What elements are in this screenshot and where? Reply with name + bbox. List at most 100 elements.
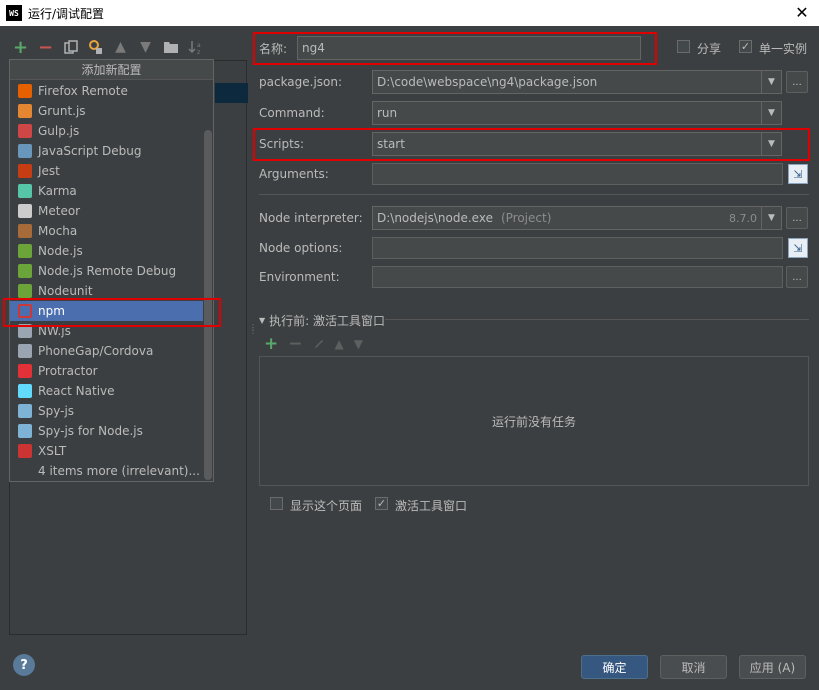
node-interpreter-label: Node interpreter:: [259, 211, 363, 225]
chevron-down-icon[interactable]: ▼: [761, 133, 781, 155]
popup-item-spy-js-node[interactable]: Spy-js for Node.js: [10, 421, 203, 441]
show-page-label: 显示这个页面: [290, 499, 363, 513]
command-value: run: [377, 106, 398, 120]
add-icon[interactable]: +: [12, 37, 29, 58]
collapse-triangle-icon: ▼: [259, 316, 266, 325]
popup-item-javascript-debug[interactable]: JavaScript Debug: [10, 141, 203, 161]
splitter-handle[interactable]: ⋮ ⋮: [249, 324, 257, 335]
add-new-config-popup: 添加新配置 Firefox Remote Grunt.js Gulp.js JavaS…: [9, 59, 214, 482]
close-icon[interactable]: ✕: [793, 3, 811, 22]
popup-item-nodejs-remote-debug[interactable]: Node.js Remote Debug: [10, 261, 203, 281]
mocha-icon: [18, 224, 32, 238]
popup-item-label: Mocha: [38, 224, 78, 238]
spy-js-icon: [18, 404, 32, 418]
before-launch-title: 执行前: 激活工具窗口: [269, 314, 386, 328]
nodejs-remote-debug-icon: [18, 264, 32, 278]
popup-item-firefox[interactable]: Firefox Remote: [10, 81, 203, 101]
chevron-down-icon[interactable]: ▼: [761, 102, 781, 124]
popup-item-label: Firefox Remote: [38, 84, 128, 98]
edit-environment-button[interactable]: ...: [786, 266, 808, 288]
folder-icon[interactable]: [162, 39, 179, 56]
gulp-icon: [18, 124, 32, 138]
before-launch-tasks-list[interactable]: 运行前没有任务: [259, 356, 809, 486]
move-up-icon[interactable]: ▲: [112, 39, 129, 56]
javascript-debug-icon: [18, 144, 32, 158]
remove-icon[interactable]: −: [288, 334, 302, 354]
scripts-combo[interactable]: start ▼: [372, 132, 782, 156]
edit-defaults-icon[interactable]: [87, 39, 104, 56]
popup-item-karma[interactable]: Karma: [10, 181, 203, 201]
edit-icon[interactable]: [313, 337, 325, 352]
move-down-icon[interactable]: ▼: [137, 39, 154, 56]
scripts-value: start: [377, 137, 405, 151]
popup-item-react-native[interactable]: React Native: [10, 381, 203, 401]
nodeunit-icon: [18, 284, 32, 298]
popup-item-label: Meteor: [38, 204, 81, 218]
tree-selected-row[interactable]: [215, 83, 248, 103]
command-combo[interactable]: run ▼: [372, 101, 782, 125]
single-instance-checkbox[interactable]: ✓: [739, 40, 752, 53]
sort-icon[interactable]: az: [187, 39, 204, 56]
node-options-field[interactable]: [372, 237, 783, 259]
expand-node-options-icon[interactable]: ⇲: [788, 238, 808, 258]
cancel-button[interactable]: 取消: [660, 655, 727, 679]
activate-window-checkbox[interactable]: ✓: [375, 497, 388, 510]
browse-package-json-button[interactable]: ...: [786, 71, 808, 93]
browse-interpreter-button[interactable]: ...: [786, 207, 808, 229]
arguments-field[interactable]: [372, 163, 783, 185]
popup-item-xslt[interactable]: XSLT: [10, 441, 203, 461]
before-launch-header[interactable]: ▼ 执行前: 激活工具窗口: [259, 312, 385, 329]
add-icon[interactable]: +: [264, 334, 278, 354]
popup-item-spy-js[interactable]: Spy-js: [10, 401, 203, 421]
popup-item-label: PhoneGap/Cordova: [38, 344, 154, 358]
package-json-label: package.json:: [259, 75, 343, 89]
move-up-icon[interactable]: ▲: [335, 337, 344, 351]
popup-item-phonegap[interactable]: PhoneGap/Cordova: [10, 341, 203, 361]
show-page-checkbox[interactable]: [270, 497, 283, 510]
chevron-down-icon[interactable]: ▼: [761, 71, 781, 93]
popup-item-label: React Native: [38, 384, 115, 398]
name-field[interactable]: ng4: [297, 36, 641, 60]
name-label: 名称:: [259, 42, 288, 56]
share-label: 分享: [697, 42, 722, 56]
chevron-down-icon[interactable]: ▼: [761, 207, 781, 229]
node-interpreter-combo[interactable]: D:\nodejs\node.exe (Project) 8.7.0 ▼: [372, 206, 782, 230]
popup-list: Firefox Remote Grunt.js Gulp.js JavaScript …: [10, 81, 203, 481]
environment-field[interactable]: [372, 266, 783, 288]
ok-button[interactable]: 确定: [581, 655, 648, 679]
popup-item-nodejs[interactable]: Node.js: [10, 241, 203, 261]
popup-item-label: 4 items more (irrelevant)...: [38, 464, 200, 478]
popup-item-mocha[interactable]: Mocha: [10, 221, 203, 241]
popup-item-more[interactable]: 4 items more (irrelevant)...: [10, 461, 203, 481]
package-json-combo[interactable]: D:\code\webspace\ng4\package.json ▼: [372, 70, 782, 94]
before-launch-toolbar: + − ▲ ▼: [264, 334, 363, 354]
expand-arguments-icon[interactable]: ⇲: [788, 164, 808, 184]
environment-label: Environment:: [259, 270, 340, 284]
react-native-icon: [18, 384, 32, 398]
window-title: 运行/调试配置: [28, 6, 105, 21]
node-options-label: Node options:: [259, 241, 343, 255]
title-bar: WS 运行/调试配置 ✕: [0, 0, 819, 26]
copy-icon[interactable]: [62, 39, 79, 56]
move-down-icon[interactable]: ▼: [354, 337, 363, 351]
popup-item-label: Node.js Remote Debug: [38, 264, 177, 278]
webstorm-app-icon: WS: [6, 5, 22, 21]
popup-item-grunt[interactable]: Grunt.js: [10, 101, 203, 121]
popup-item-label: JavaScript Debug: [38, 144, 142, 158]
xslt-icon: [18, 444, 32, 458]
apply-button[interactable]: 应用 (A): [739, 655, 806, 679]
remove-icon[interactable]: −: [37, 37, 54, 58]
popup-item-label: Node.js: [38, 244, 83, 258]
popup-header: 添加新配置: [10, 60, 213, 80]
svg-text:z: z: [197, 49, 200, 55]
meteor-icon: [18, 204, 32, 218]
popup-item-meteor[interactable]: Meteor: [10, 201, 203, 221]
popup-item-gulp[interactable]: Gulp.js: [10, 121, 203, 141]
help-button[interactable]: ?: [13, 654, 35, 676]
node-version: 8.7.0: [729, 211, 757, 225]
popup-item-label: Nodeunit: [38, 284, 93, 298]
npm-highlight-box: [3, 298, 221, 327]
share-checkbox[interactable]: [677, 40, 690, 53]
popup-item-jest[interactable]: Jest: [10, 161, 203, 181]
popup-item-protractor[interactable]: Protractor: [10, 361, 203, 381]
